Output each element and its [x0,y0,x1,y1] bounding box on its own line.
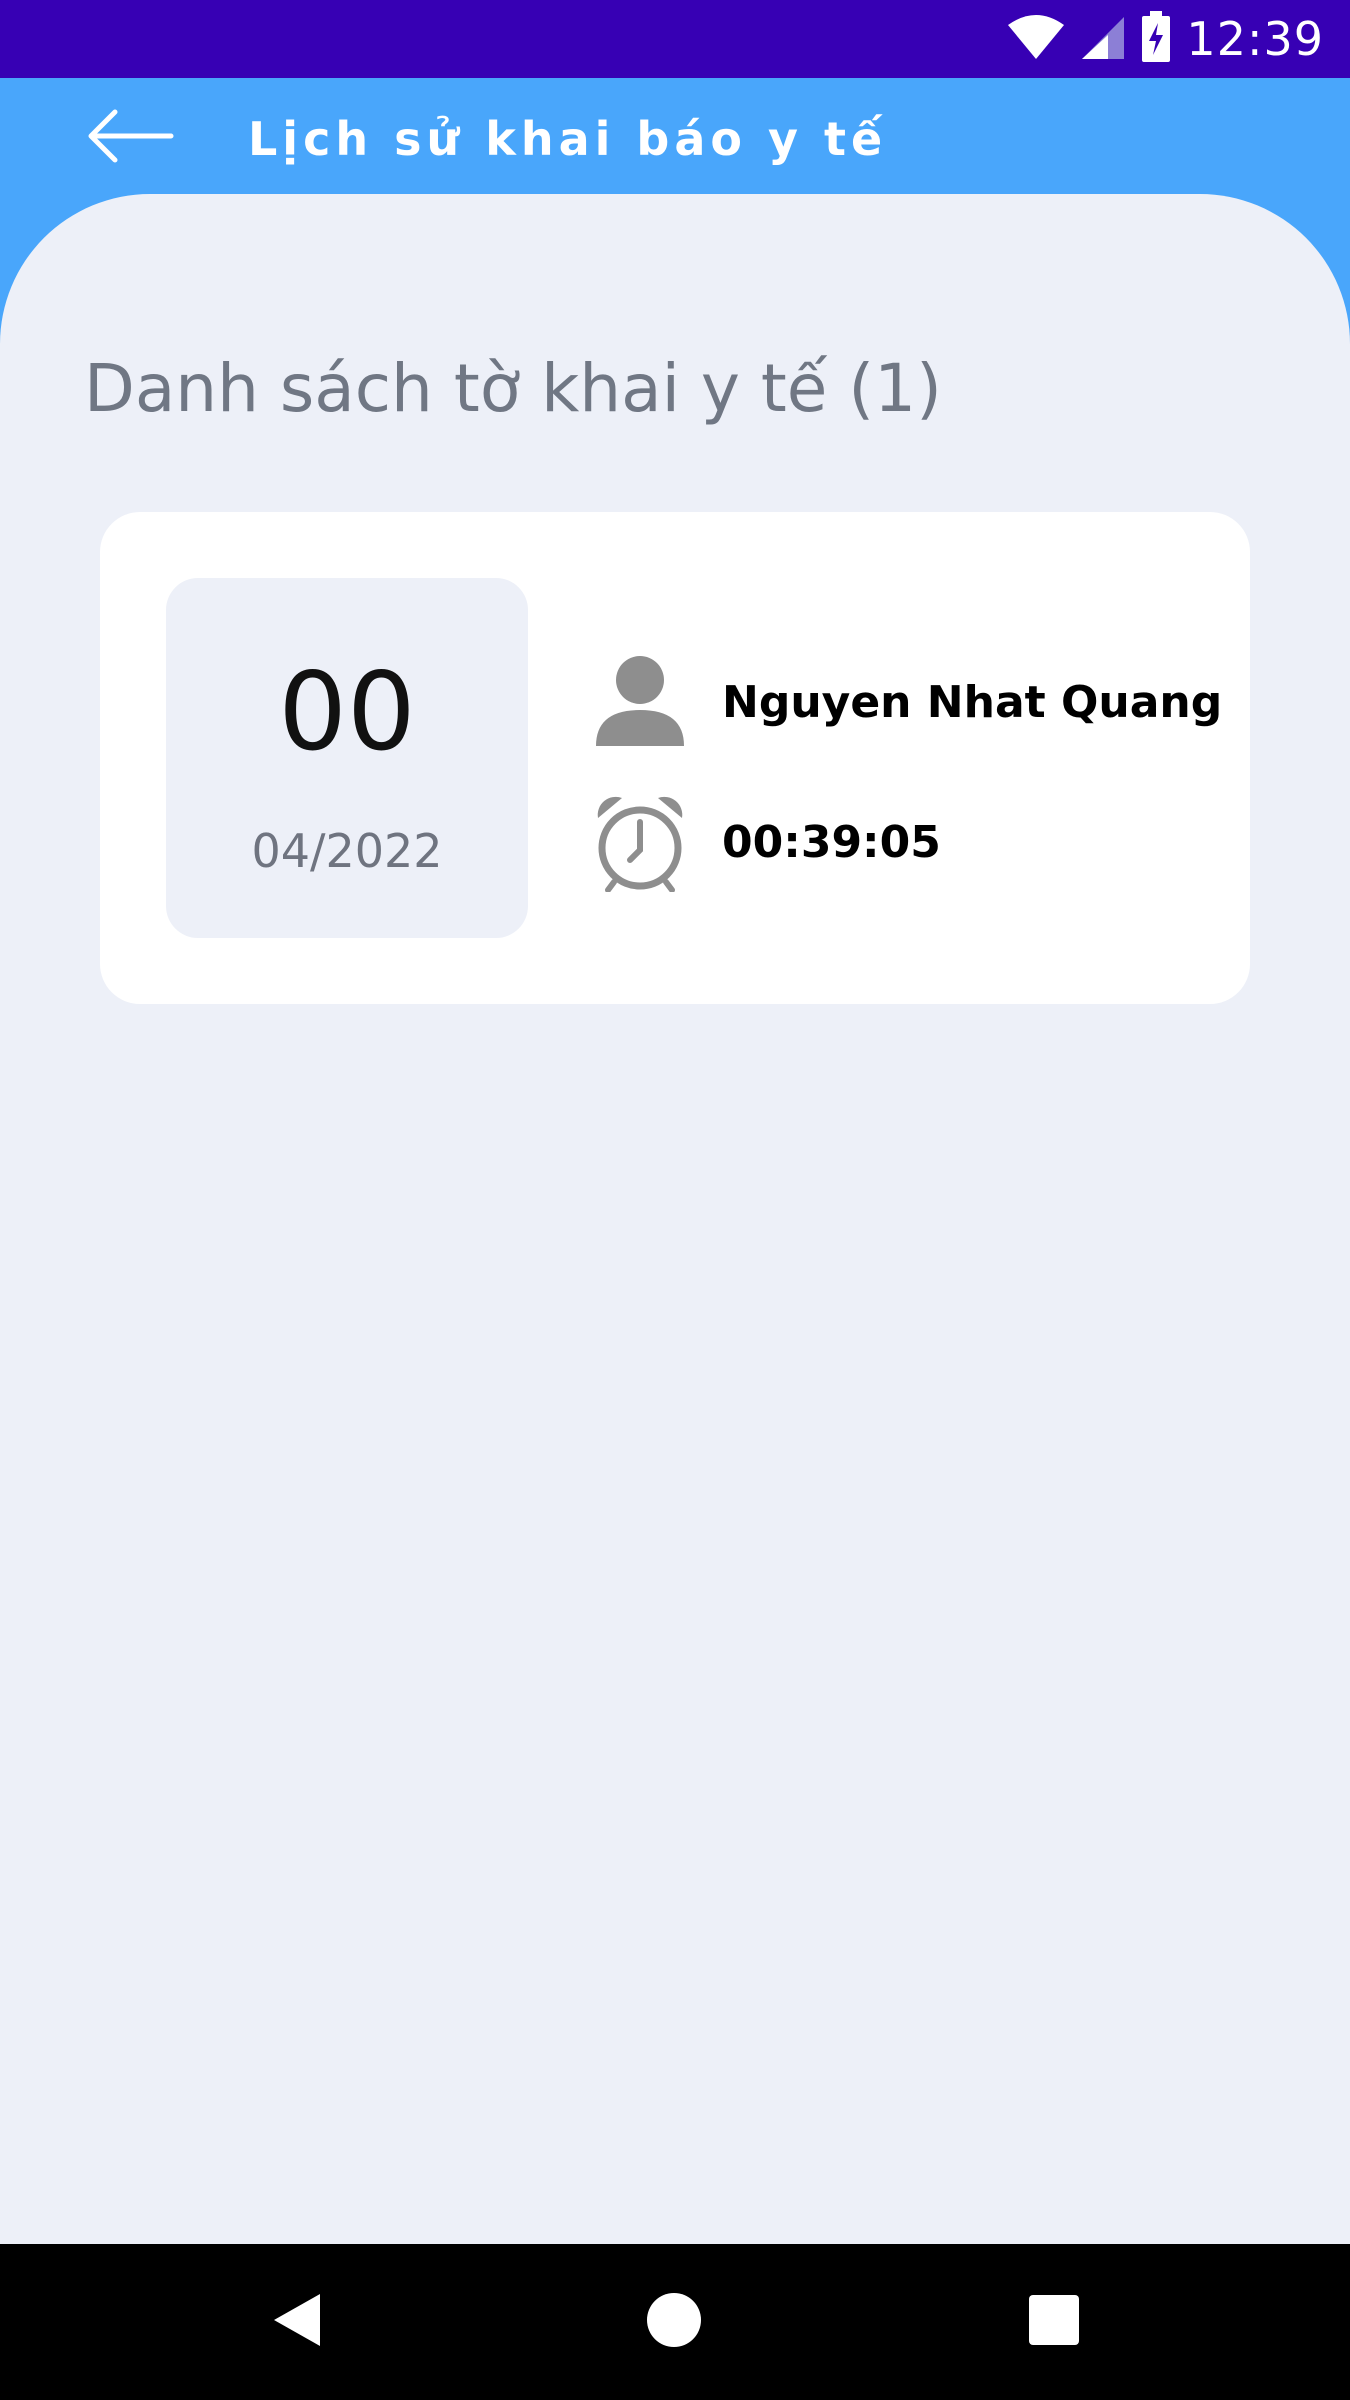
date-month-year: 04/2022 [251,824,443,878]
nav-back-button[interactable] [256,2282,336,2362]
declaration-time: 00:39:05 [722,816,941,868]
wifi-icon [1006,13,1066,66]
declaration-card[interactable]: 00 04/2022 Nguyen Nhat Quang 00:39:05 [100,512,1250,1004]
signal-icon [1080,13,1126,66]
home-circle-icon [644,2290,704,2355]
page-title: Lịch sử khai báo y tế [248,112,888,166]
back-triangle-icon [268,2290,324,2355]
arrow-left-icon [85,106,175,171]
back-button[interactable] [80,102,180,174]
section-title: Danh sách tờ khai y tế (1) [84,350,942,427]
nav-home-button[interactable] [634,2282,714,2362]
date-box: 00 04/2022 [166,578,528,938]
alarm-clock-icon [590,792,690,892]
date-day: 00 [278,650,416,775]
status-bar: 12:39 [0,0,1350,78]
status-time: 12:39 [1186,12,1324,66]
app-bar: Lịch sử khai báo y tế [0,78,1350,198]
person-name: Nguyen Nhat Quang [722,676,1223,728]
status-icons: 12:39 [1006,0,1324,78]
battery-charging-icon [1140,10,1172,68]
time-row: 00:39:05 [590,792,941,892]
content-sheet: Danh sách tờ khai y tế (1) 00 04/2022 Ng… [0,194,1350,2244]
nav-recents-button[interactable] [1014,2282,1094,2362]
recents-square-icon [1027,2293,1081,2352]
system-nav-bar [0,2244,1350,2400]
screen: 12:39 Lịch sử khai báo y tế Danh sách tờ… [0,0,1350,2400]
name-row: Nguyen Nhat Quang [590,652,1222,752]
person-icon [590,652,690,752]
